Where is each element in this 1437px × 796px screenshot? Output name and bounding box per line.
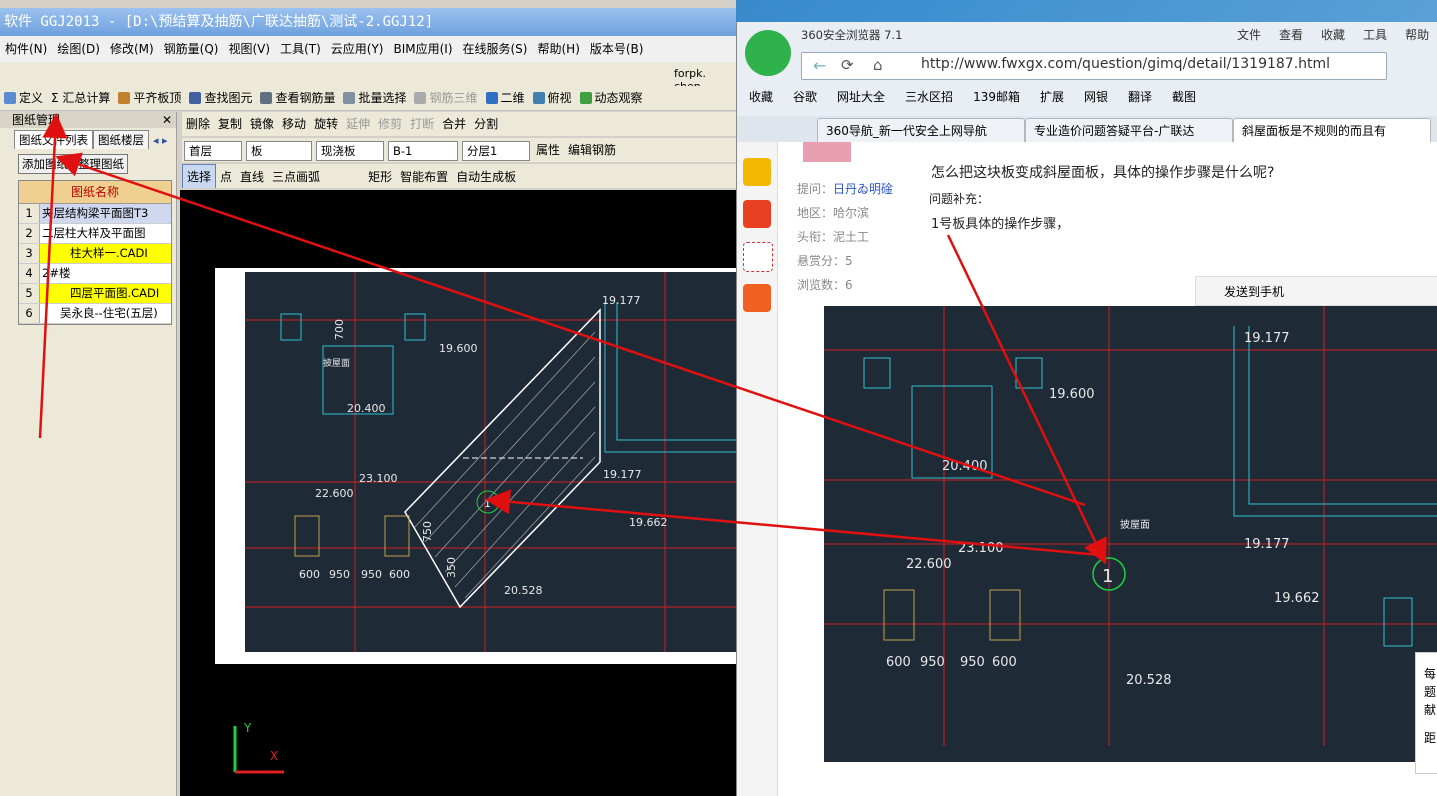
annotation-arrows [38,113,1107,565]
arrow-to-add-drawing [55,152,1086,507]
arrow-to-slab-marker [485,489,1101,557]
arrow-from-question [946,234,1107,565]
arrow-to-panel-title [38,113,68,439]
